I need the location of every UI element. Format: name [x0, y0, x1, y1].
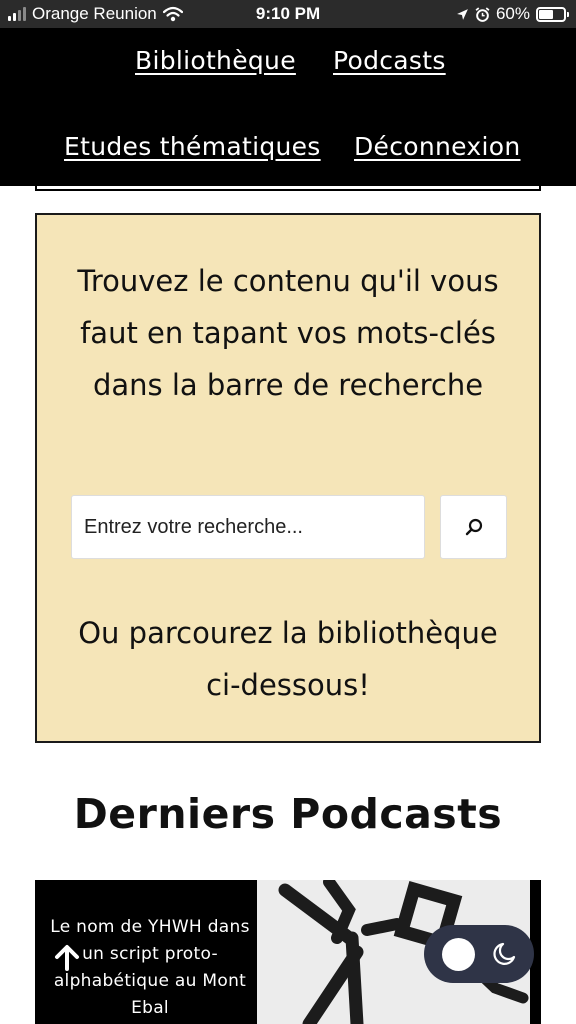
alarm-clock-icon	[475, 6, 490, 22]
toggle-knob	[442, 938, 475, 971]
previous-box-edge	[35, 186, 541, 191]
battery-icon	[536, 6, 569, 22]
search-heading: Trouvez le contenu qu'il vous faut en ta…	[77, 264, 499, 402]
latest-podcasts-title: Derniers Podcasts	[73, 790, 503, 838]
site-navigation: Bibliothèque Podcasts Etudes thématiques…	[0, 28, 576, 186]
dark-mode-toggle[interactable]	[424, 925, 534, 983]
nav-link-etudes-thematiques[interactable]: Etudes thématiques	[64, 132, 321, 161]
search-input[interactable]	[71, 495, 425, 559]
nav-link-deconnexion[interactable]: Déconnexion	[354, 132, 520, 161]
moon-icon	[493, 942, 516, 965]
nav-link-podcasts[interactable]: Podcasts	[333, 46, 446, 75]
arrow-up-icon	[55, 945, 79, 971]
nav-link-bibliotheque[interactable]: Bibliothèque	[135, 46, 296, 75]
browse-library-text: Ou parcourez la bibliothèque ci-dessous!	[78, 616, 498, 702]
search-button[interactable]	[440, 495, 507, 559]
search-panel: Trouvez le contenu qu'il vous faut en ta…	[35, 213, 541, 743]
back-to-top-button[interactable]	[50, 940, 84, 974]
battery-percent: 60%	[495, 4, 530, 23]
status-right: 60%	[456, 4, 569, 24]
location-arrow-icon	[457, 8, 468, 20]
status-bar: Orange Reunion 9:10 PM 60%	[0, 0, 576, 28]
search-icon	[465, 518, 482, 536]
